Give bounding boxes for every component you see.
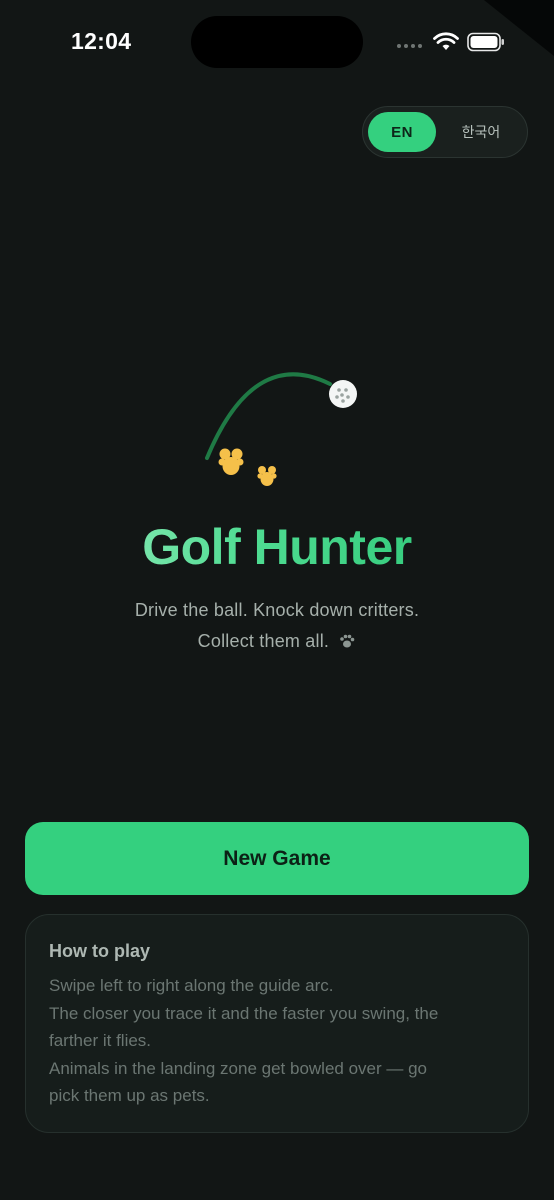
lang-option-en[interactable]: EN (368, 112, 436, 152)
critter-icon (218, 448, 244, 475)
trajectory-arc (205, 372, 332, 460)
new-game-button[interactable]: New Game (25, 822, 529, 895)
how-to-play-line: Swipe left to right along the guide arc. (49, 976, 334, 995)
how-to-play-card: How to play Swipe left to right along th… (25, 914, 529, 1133)
paw-icon (340, 634, 355, 648)
critter-icon (257, 466, 277, 486)
signal-icon (397, 44, 422, 48)
tagline-line-1: Drive the ball. Knock down critters. (134, 600, 420, 620)
how-to-play-line: farther it flies. (49, 1031, 152, 1050)
screen: 12:04 EN 한국어 Golf Hunter Drive the ball.… (0, 0, 554, 1200)
how-to-play-line: Animals in the landing zone get bowled o… (49, 1058, 428, 1078)
status-bar: 12:04 (0, 0, 554, 84)
language-toggle[interactable]: EN 한국어 (362, 106, 528, 158)
status-time: 12:04 (71, 28, 132, 54)
lang-option-ko[interactable]: 한국어 (442, 112, 520, 152)
app-title: Golf Hunter (0, 518, 554, 576)
hero-illustration (205, 372, 357, 486)
dynamic-island (191, 16, 363, 68)
tagline-line-2: Collect them all. (0, 631, 554, 652)
tagline-text: Collect them all. (197, 631, 330, 651)
how-to-play-line: pick them up as pets. (49, 1086, 210, 1105)
wifi-icon (433, 32, 459, 50)
golf-ball-icon (329, 380, 357, 408)
how-to-play-heading: How to play (49, 941, 151, 961)
how-to-play-line: The closer you trace it and the faster y… (49, 1003, 439, 1023)
corner-fold (484, 0, 554, 56)
